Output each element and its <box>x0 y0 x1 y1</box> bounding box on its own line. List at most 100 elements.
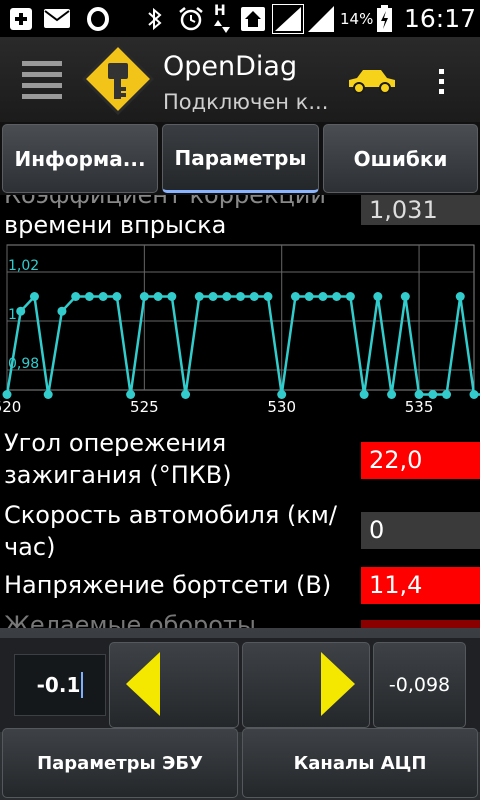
app-title: OpenDiag <box>163 51 298 82</box>
tab-errors[interactable]: Ошибки <box>323 124 478 193</box>
tab-bar: Информа... Параметры Ошибки <box>0 122 480 195</box>
chart-x-tick-label: 530 <box>267 398 296 416</box>
app-bar: OpenDiag Подключен к... <box>0 37 480 122</box>
app-logo-icon <box>81 42 155 116</box>
chart-data-point <box>290 292 300 301</box>
overflow-menu-icon[interactable] <box>437 69 447 95</box>
chart-data-point <box>43 390 53 399</box>
chart-plot-border <box>6 244 475 391</box>
tab-parameters[interactable]: Параметры <box>162 124 319 193</box>
adc-channels-button[interactable]: Каналы АЦП <box>242 728 478 798</box>
signal-icon <box>271 3 305 35</box>
add-notification-icon <box>10 8 32 30</box>
chart-data-point <box>2 390 12 399</box>
current-value-label: -0,098 <box>388 674 451 696</box>
chart-data-point <box>71 292 81 301</box>
chart-data-point <box>112 292 122 301</box>
clock-label: 16:17 <box>404 4 477 33</box>
param-label: Угол опережения <box>4 429 227 457</box>
chart-data-point <box>57 306 67 316</box>
chart-data-point <box>359 390 369 399</box>
param-label: времени впрыска <box>4 211 227 239</box>
param-injection-correction[interactable]: Коэффициент коррекции времени впрыска 1,… <box>0 195 480 240</box>
app-subtitle: Подключен к... <box>163 90 329 114</box>
chart-data-point <box>332 292 342 301</box>
param-vehicle-speed[interactable]: Скорость автомобиля (км/ час) 0 <box>0 500 480 566</box>
chart-data-point <box>263 292 273 301</box>
chart-data-point <box>400 292 410 301</box>
param-label: Напряжение бортсети (В) <box>4 571 332 599</box>
chart-y-tick-label: 1,02 <box>8 258 39 274</box>
chart-data-point <box>428 390 438 399</box>
increase-button[interactable] <box>242 642 370 728</box>
chart-data-point <box>469 390 479 399</box>
chart-data-point <box>455 292 465 301</box>
step-input-value: -0.1 <box>36 673 81 697</box>
tab-info[interactable]: Информа... <box>2 124 158 193</box>
chart-x-tick-label: 525 <box>130 398 159 416</box>
chart-data-point <box>277 390 287 399</box>
battery-label: 14% <box>340 10 374 28</box>
param-value: 0 <box>361 512 480 549</box>
network-type-label: H <box>214 3 226 19</box>
injection-correction-chart: 1,0210,98520525530535 <box>0 244 480 416</box>
opera-icon <box>86 7 110 31</box>
bluetooth-icon <box>146 7 164 31</box>
signal-strength-icon <box>308 6 334 32</box>
param-label: Коэффициент коррекции <box>4 195 326 209</box>
chart-y-tick-label: 1 <box>8 307 17 323</box>
arrow-right-icon <box>321 652 355 716</box>
chart-x-tick-label: 520 <box>0 398 21 416</box>
chart-data-point <box>387 390 397 399</box>
param-voltage[interactable]: Напряжение бортсети (В) 11,4 <box>0 567 480 605</box>
param-label: час) <box>4 533 56 561</box>
network-type-icon: H <box>214 4 236 34</box>
step-input[interactable]: -0.1 <box>14 654 106 716</box>
chart-data-point <box>181 390 191 399</box>
chart-data-point <box>29 292 39 301</box>
current-value-display: -0,098 <box>373 642 466 728</box>
car-icon[interactable] <box>347 67 397 95</box>
param-desired-rpm[interactable]: Желаемые обороты <box>0 606 480 628</box>
chart-x-tick-label: 535 <box>405 398 434 416</box>
home-icon <box>241 7 265 31</box>
chart-data-point <box>222 292 232 301</box>
text-cursor <box>81 672 84 698</box>
param-value: 1,031 <box>361 195 480 225</box>
chart-data-point <box>167 292 177 301</box>
param-value-partial <box>361 620 480 628</box>
chart-data-point <box>139 292 149 301</box>
chart-data-point <box>16 306 26 316</box>
menu-icon[interactable] <box>22 59 62 99</box>
chart-data-point <box>249 292 259 301</box>
chart-data-point <box>236 292 245 301</box>
chart-data-point <box>126 390 136 399</box>
chart-data-point <box>84 292 94 301</box>
mail-icon <box>44 9 70 28</box>
param-value: 22,0 <box>361 442 480 479</box>
chart-data-point <box>98 292 108 301</box>
chart-data-point <box>153 292 163 301</box>
param-ignition-angle[interactable]: Угол опережения зажигания (°ПКВ) 22,0 <box>0 428 480 494</box>
param-value: 11,4 <box>361 567 480 604</box>
bottom-panel: -0.1 -0,098 Параметры ЭБУ Каналы АЦП <box>0 628 480 800</box>
chart-data-point <box>304 292 314 301</box>
chart-data-point <box>208 292 218 301</box>
alarm-icon <box>178 6 204 32</box>
chart-data-point <box>194 292 204 301</box>
chart-data-point <box>442 390 452 399</box>
param-label: Скорость автомобиля (км/ <box>4 501 337 529</box>
status-bar: H 14% 16:17 <box>0 0 480 37</box>
battery-icon <box>377 5 392 32</box>
ecu-params-button[interactable]: Параметры ЭБУ <box>2 728 238 798</box>
arrow-left-icon <box>126 652 160 716</box>
param-label: зажигания (°ПКВ) <box>4 461 232 489</box>
chart-data-point <box>373 292 383 301</box>
decrease-button[interactable] <box>109 642 239 728</box>
param-label: Желаемые обороты <box>4 611 256 628</box>
chart-data-point <box>318 292 328 301</box>
chart-data-point <box>345 292 355 301</box>
control-row: -0.1 -0,098 <box>0 638 480 732</box>
chart-data-point <box>414 390 424 399</box>
chart-series-line <box>5 293 480 396</box>
